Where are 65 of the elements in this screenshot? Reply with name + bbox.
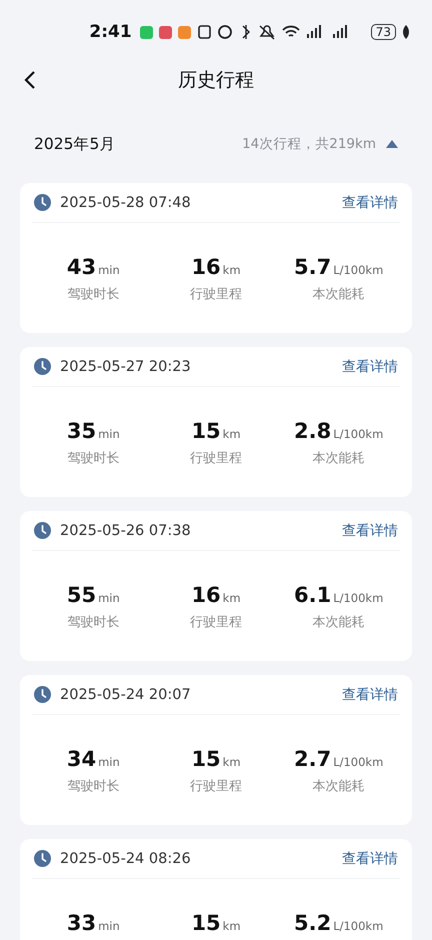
stat-value: 2.7 bbox=[294, 747, 332, 771]
stat-unit: min bbox=[98, 591, 120, 605]
clock-icon bbox=[34, 522, 51, 539]
stat-label: 本次能耗 bbox=[312, 778, 365, 795]
stat-value: 5.7 bbox=[294, 255, 332, 279]
stat-value: 16 bbox=[191, 255, 221, 279]
battery-level: 73 bbox=[370, 24, 396, 40]
leaf-icon bbox=[402, 25, 410, 39]
stat-unit: km bbox=[222, 427, 241, 441]
stat-value: 16 bbox=[191, 583, 221, 607]
stat-label: 行驶里程 bbox=[190, 778, 242, 795]
stat-label: 本次能耗 bbox=[312, 286, 365, 303]
stat-value: 6.1 bbox=[294, 583, 332, 607]
stat-value: 15 bbox=[191, 419, 221, 443]
back-icon bbox=[24, 70, 36, 90]
clock-icon bbox=[34, 686, 51, 703]
stat-label: 驾驶时长 bbox=[67, 450, 120, 467]
view-details-link[interactable]: 查看详情 bbox=[342, 850, 398, 868]
stat-label: 驾驶时长 bbox=[67, 286, 120, 303]
stat-value: 2.8 bbox=[294, 419, 332, 443]
stat-value: 43 bbox=[66, 255, 96, 279]
trip-datetime: 2025-05-27 20:23 bbox=[60, 358, 192, 374]
stat-value: 15 bbox=[191, 747, 221, 771]
stat-value: 33 bbox=[66, 911, 96, 935]
stat-label: 驾驶时长 bbox=[67, 778, 120, 795]
clock-icon bbox=[34, 850, 51, 867]
trip-datetime: 2025-05-24 20:07 bbox=[60, 686, 192, 702]
stat-value: 55 bbox=[66, 583, 96, 607]
clock-icon bbox=[34, 358, 51, 375]
stat-label: 本次能耗 bbox=[312, 450, 365, 467]
view-details-link[interactable]: 查看详情 bbox=[342, 522, 398, 540]
app-icon bbox=[178, 26, 191, 38]
trip-datetime: 2025-05-28 07:48 bbox=[60, 194, 192, 210]
stat-unit: km bbox=[222, 263, 241, 277]
stat-value: 35 bbox=[66, 419, 96, 443]
clock-icon bbox=[34, 194, 51, 211]
trip-datetime: 2025-05-24 08:26 bbox=[60, 850, 192, 866]
stat-unit: min bbox=[98, 755, 120, 769]
stat-value: 5.2 bbox=[294, 911, 332, 935]
stat-unit: min bbox=[98, 919, 120, 933]
stat-label: 行驶里程 bbox=[190, 286, 242, 303]
stat-label: 行驶里程 bbox=[190, 450, 242, 467]
stat-unit: km bbox=[222, 919, 241, 933]
stat-unit: L/100km bbox=[333, 591, 384, 605]
status-time: 2:41 bbox=[89, 22, 132, 42]
stat-unit: min bbox=[98, 263, 120, 277]
stat-label: 驾驶时长 bbox=[67, 614, 120, 631]
page-title: 历史行程 bbox=[178, 68, 254, 93]
view-details-link[interactable]: 查看详情 bbox=[342, 358, 398, 376]
stat-unit: L/100km bbox=[333, 919, 384, 933]
caret-icon bbox=[386, 140, 398, 148]
stat-unit: min bbox=[98, 427, 120, 441]
stat-unit: L/100km bbox=[333, 263, 384, 277]
month-label: 2025年5月 bbox=[34, 134, 116, 154]
view-details-link[interactable]: 查看详情 bbox=[342, 194, 398, 212]
stat-unit: L/100km bbox=[333, 755, 384, 769]
stat-unit: km bbox=[222, 755, 241, 769]
trip-datetime: 2025-05-26 07:38 bbox=[60, 522, 192, 538]
stat-value: 34 bbox=[66, 747, 96, 771]
stat-unit: km bbox=[222, 591, 241, 605]
stat-unit: L/100km bbox=[333, 427, 384, 441]
stat-label: 本次能耗 bbox=[312, 614, 365, 631]
stat-value: 15 bbox=[191, 911, 221, 935]
view-details-link[interactable]: 查看详情 bbox=[342, 686, 398, 704]
stat-label: 行驶里程 bbox=[190, 614, 242, 631]
